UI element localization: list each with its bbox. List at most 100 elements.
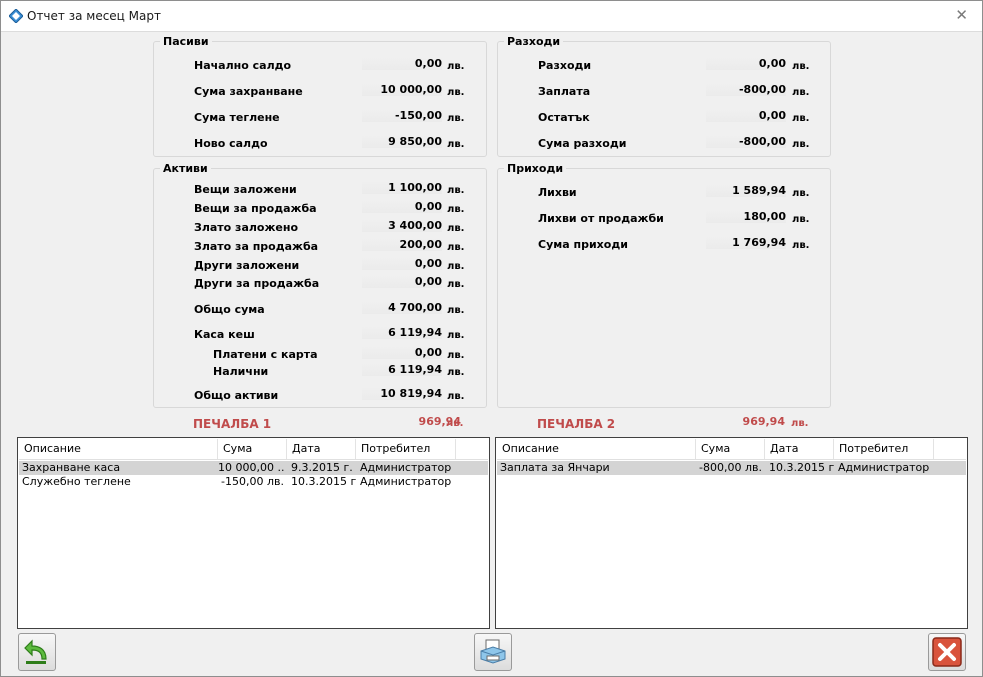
- aktivi-value: 1 100,00: [362, 181, 442, 194]
- cell-description: Захранване каса: [22, 461, 121, 474]
- aktivi-label: Други заложени: [194, 259, 300, 272]
- column-header-user[interactable]: Потребител: [834, 439, 934, 459]
- aktivi-label: Общо активи: [194, 389, 279, 402]
- grid-header: Описание Сума Дата Потребител: [497, 439, 966, 460]
- cell-date: 10.3.2015 г.: [291, 475, 357, 488]
- pasivi-currency: лв.: [447, 61, 465, 72]
- prihodi-value: 1 589,94: [706, 184, 786, 197]
- aktivi-currency: лв.: [447, 204, 465, 215]
- prihodi-currency: лв.: [792, 188, 810, 199]
- razhodi-currency: лв.: [792, 61, 810, 72]
- aktivi-label: Други за продажба: [194, 277, 320, 290]
- column-header-description[interactable]: Описание: [19, 439, 218, 459]
- pasivi-title: Пасиви: [160, 35, 212, 48]
- razhodi-currency: лв.: [792, 113, 810, 124]
- transactions-grid-right[interactable]: Описание Сума Дата Потребител Заплата за…: [495, 437, 968, 629]
- aktivi-value: 200,00: [362, 238, 442, 251]
- pasivi-value: -150,00: [362, 109, 442, 122]
- close-icon: [932, 637, 962, 667]
- transactions-grid-left[interactable]: Описание Сума Дата Потребител Захранване…: [17, 437, 490, 629]
- cell-description: Заплата за Янчари: [500, 461, 610, 474]
- profit1-label: ПЕЧАЛБА 1: [193, 417, 272, 431]
- table-row[interactable]: Захранване каса 10 000,00 ... 9.3.2015 г…: [19, 461, 488, 475]
- aktivi-value: 10 819,94: [362, 387, 442, 400]
- aktivi-value: 0,00: [362, 257, 442, 270]
- aktivi-title: Активи: [160, 162, 211, 175]
- aktivi-currency: лв.: [447, 223, 465, 234]
- printer-icon: [480, 639, 506, 664]
- aktivi-currency: лв.: [447, 305, 465, 316]
- aktivi-currency: лв.: [447, 242, 465, 253]
- table-row[interactable]: Служебно теглене -150,00 лв. 10.3.2015 г…: [19, 475, 488, 489]
- razhodi-label: Разходи: [538, 59, 592, 72]
- razhodi-label: Остатък: [538, 111, 590, 124]
- cell-amount: -800,00 лв.: [699, 461, 762, 474]
- aktivi-group: Активи Вещи заложени 1 100,00 лв. Вещи з…: [153, 162, 487, 408]
- profit1-currency: лв.: [446, 418, 464, 429]
- razhodi-value: -800,00: [706, 135, 786, 148]
- razhodi-group: Разходи Разходи 0,00 лв. Заплата -800,00…: [497, 35, 831, 157]
- report-window: Отчет за месец Март ✕ Пасиви Начално сал…: [0, 0, 983, 677]
- aktivi-label: Вещи за продажба: [194, 202, 317, 215]
- aktivi-currency: лв.: [447, 330, 465, 341]
- cell-amount: 10 000,00 ...: [218, 461, 284, 474]
- back-button[interactable]: [18, 633, 56, 671]
- aktivi-label: Платени с карта: [213, 348, 318, 361]
- aktivi-label: Злато заложено: [194, 221, 299, 234]
- razhodi-label: Сума разходи: [538, 137, 627, 150]
- razhodi-value: 0,00: [706, 109, 786, 122]
- column-header-amount[interactable]: Сума: [696, 439, 765, 459]
- column-header-amount[interactable]: Сума: [218, 439, 287, 459]
- cell-date: 9.3.2015 г.: [291, 461, 353, 474]
- profit2-currency: лв.: [791, 418, 809, 429]
- prihodi-group: Приходи Лихви 1 589,94 лв. Лихви от прод…: [497, 162, 831, 408]
- column-header-user[interactable]: Потребител: [356, 439, 456, 459]
- pasivi-currency: лв.: [447, 139, 465, 150]
- pasivi-group: Пасиви Начално салдо 0,00 лв. Сума захра…: [153, 35, 487, 157]
- aktivi-value: 6 119,94: [362, 363, 442, 376]
- aktivi-label: Злато за продажба: [194, 240, 319, 253]
- prihodi-label: Лихви: [538, 186, 577, 199]
- close-button[interactable]: [928, 633, 966, 671]
- pasivi-value: 0,00: [362, 57, 442, 70]
- window-close-icon[interactable]: ✕: [955, 6, 968, 24]
- aktivi-value: 4 700,00: [362, 301, 442, 314]
- column-header-description[interactable]: Описание: [497, 439, 696, 459]
- pasivi-label: Ново салдо: [194, 137, 268, 150]
- pasivi-label: Начално салдо: [194, 59, 292, 72]
- pasivi-label: Сума теглене: [194, 111, 280, 124]
- pasivi-value: 9 850,00: [362, 135, 442, 148]
- aktivi-currency: лв.: [447, 185, 465, 196]
- prihodi-value: 1 769,94: [706, 236, 786, 249]
- pasivi-currency: лв.: [447, 113, 465, 124]
- aktivi-label: Каса кеш: [194, 328, 255, 341]
- column-header-date[interactable]: Дата: [765, 439, 834, 459]
- razhodi-value: -800,00: [706, 83, 786, 96]
- pasivi-value: 10 000,00: [362, 83, 442, 96]
- window-title: Отчет за месец Март: [27, 9, 161, 23]
- title-bar: Отчет за месец Март ✕: [1, 1, 982, 32]
- aktivi-currency: лв.: [447, 391, 465, 402]
- print-button[interactable]: [474, 633, 512, 671]
- aktivi-currency: лв.: [447, 367, 465, 378]
- razhodi-value: 0,00: [706, 57, 786, 70]
- grid-header: Описание Сума Дата Потребител: [19, 439, 488, 460]
- profit2-value: 969,94: [742, 415, 785, 428]
- aktivi-value: 3 400,00: [362, 219, 442, 232]
- column-header-date[interactable]: Дата: [287, 439, 356, 459]
- prihodi-currency: лв.: [792, 214, 810, 225]
- back-arrow-icon: [24, 639, 47, 664]
- cell-amount: -150,00 лв.: [221, 475, 284, 488]
- razhodi-currency: лв.: [792, 87, 810, 98]
- aktivi-currency: лв.: [447, 350, 465, 361]
- aktivi-label: Налични: [213, 365, 269, 378]
- cell-user: Администратор: [360, 461, 452, 474]
- prihodi-currency: лв.: [792, 240, 810, 251]
- pasivi-label: Сума захранване: [194, 85, 303, 98]
- diamond-icon: [9, 9, 23, 23]
- razhodi-currency: лв.: [792, 139, 810, 150]
- table-row[interactable]: Заплата за Янчари -800,00 лв. 10.3.2015 …: [497, 461, 966, 475]
- aktivi-label: Общо сума: [194, 303, 265, 316]
- prihodi-label: Сума приходи: [538, 238, 628, 251]
- razhodi-title: Разходи: [504, 35, 564, 48]
